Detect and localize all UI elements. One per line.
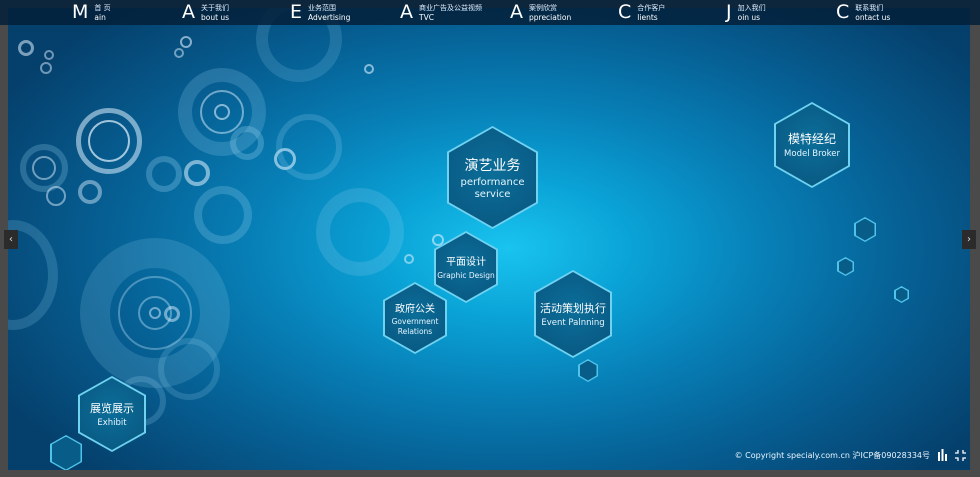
hex-event-planning[interactable]: 活动策划执行 Event Palnning xyxy=(534,270,612,358)
nav-label-en: ontact us xyxy=(855,12,891,22)
deco-ring xyxy=(46,186,66,206)
nav-label-en: Advertising xyxy=(308,12,351,22)
hex-performance-en1: performance xyxy=(460,176,525,188)
deco-ring xyxy=(184,160,210,186)
deco-ring xyxy=(32,156,56,180)
deco-ring xyxy=(276,114,342,180)
deco-ring xyxy=(316,188,404,276)
hex-exhibit-en: Exhibit xyxy=(97,417,127,428)
deco-hexagon xyxy=(50,435,82,470)
hex-exhibit-cn: 展览展示 xyxy=(90,401,134,415)
hex-model-broker[interactable]: 模特经纪 Model Broker xyxy=(774,102,850,188)
nav-label-cn: 加入我们 xyxy=(737,3,766,12)
nav-letter: C xyxy=(618,1,632,23)
nav-letter: A xyxy=(510,1,523,23)
next-arrow-button[interactable]: › xyxy=(962,230,976,249)
nav-label-en: TVC xyxy=(419,12,434,22)
nav-label-cn: 商业广告及公益视频 xyxy=(419,3,482,12)
nav-letter: C xyxy=(836,1,850,23)
deco-ring xyxy=(164,306,180,322)
hex-government-cn: 政府公关 xyxy=(395,303,435,315)
deco-hexagon xyxy=(837,257,854,276)
nav-item-about-us[interactable]: A 关于我们 bout us xyxy=(182,0,229,25)
deco-ring xyxy=(40,62,52,74)
chevron-left-icon: ‹ xyxy=(9,234,13,245)
nav-letter: A xyxy=(400,1,413,23)
nav-label-cn: 合作客户 xyxy=(637,3,666,12)
nav-label-cn: 业务范围 xyxy=(308,3,337,12)
hex-event-cn: 活动策划执行 xyxy=(540,301,606,315)
hex-government-en2: Relations xyxy=(397,326,433,336)
nav-item-contact-us[interactable]: C 联系我们 ontact us xyxy=(836,0,890,25)
deco-ring xyxy=(364,64,374,74)
hex-performance-en2: service xyxy=(474,188,511,200)
nav-label-cn: 首 页 xyxy=(94,3,111,12)
footer: © Copyright specialy.com.cn 沪ICP备0902833… xyxy=(735,449,966,461)
hex-event-en: Event Palnning xyxy=(541,317,605,328)
deco-ring xyxy=(149,307,161,319)
nav-item-clients[interactable]: C 合作客户 lients xyxy=(618,0,665,25)
hex-model-cn: 模特经纪 xyxy=(787,132,836,146)
hex-government-relations[interactable]: 政府公关 Government Relations xyxy=(383,282,447,354)
nav-letter: A xyxy=(182,1,195,23)
deco-ring xyxy=(88,120,130,162)
nav-letter: M xyxy=(72,1,89,23)
nav-letter: E xyxy=(290,1,303,23)
prev-arrow-button[interactable]: ‹ xyxy=(4,230,18,249)
deco-ring xyxy=(230,126,264,160)
chevron-right-icon: › xyxy=(967,234,971,245)
nav-item-advertising[interactable]: E 业务范围 Advertising xyxy=(290,0,350,25)
banner-stage: 演艺业务 performance service 模特经纪 Model Brok… xyxy=(8,8,970,470)
nav-label-en: ain xyxy=(94,12,106,22)
deco-ring xyxy=(44,50,54,60)
building-icon[interactable] xyxy=(936,449,948,461)
deco-ring xyxy=(78,180,102,204)
hex-government-en1: Government xyxy=(391,316,439,326)
deco-hexagon xyxy=(894,286,909,303)
nav-label-en: ppreciation xyxy=(529,12,572,22)
hex-performance-service[interactable]: 演艺业务 performance service xyxy=(447,126,538,229)
nav-item-main[interactable]: M 首 页 ain xyxy=(72,0,111,25)
deco-hexagon xyxy=(578,359,598,382)
nav-label-en: bout us xyxy=(201,12,230,22)
top-navigation: M 首 页 ain A 关于我们 bout us E 业务范围 Advertising… xyxy=(0,0,980,25)
nav-item-appreciation[interactable]: A 案例欣赏 ppreciation xyxy=(510,0,571,25)
nav-item-join-us[interactable]: J 加入我们 oin us xyxy=(726,0,766,25)
hex-model-en: Model Broker xyxy=(784,149,840,159)
nav-letter: J xyxy=(726,1,732,23)
nav-item-tvc[interactable]: A 商业广告及公益视频 TVC xyxy=(400,0,482,25)
nav-label-en: oin us xyxy=(737,12,761,22)
deco-ring xyxy=(158,338,220,400)
deco-ring xyxy=(432,234,444,246)
hex-graphic-cn: 平面设计 xyxy=(446,257,486,268)
hex-performance-cn: 演艺业务 xyxy=(464,157,521,174)
crop-frame-icon[interactable] xyxy=(954,449,966,461)
deco-ring xyxy=(180,36,192,48)
nav-label-en: lients xyxy=(637,12,658,22)
copyright-text: © Copyright specialy.com.cn 沪ICP备0902833… xyxy=(734,450,930,460)
deco-hexagon xyxy=(854,217,876,242)
deco-ring xyxy=(174,48,184,58)
nav-label-cn: 联系我们 xyxy=(855,3,884,12)
deco-ring xyxy=(214,104,230,120)
deco-ring xyxy=(194,186,252,244)
nav-label-cn: 案例欣赏 xyxy=(529,3,557,12)
deco-ring xyxy=(146,156,182,192)
hex-graphic-en: Graphic Design xyxy=(437,271,495,280)
nav-label-cn: 关于我们 xyxy=(201,3,229,12)
deco-ring xyxy=(18,40,34,56)
deco-ring xyxy=(404,254,414,264)
